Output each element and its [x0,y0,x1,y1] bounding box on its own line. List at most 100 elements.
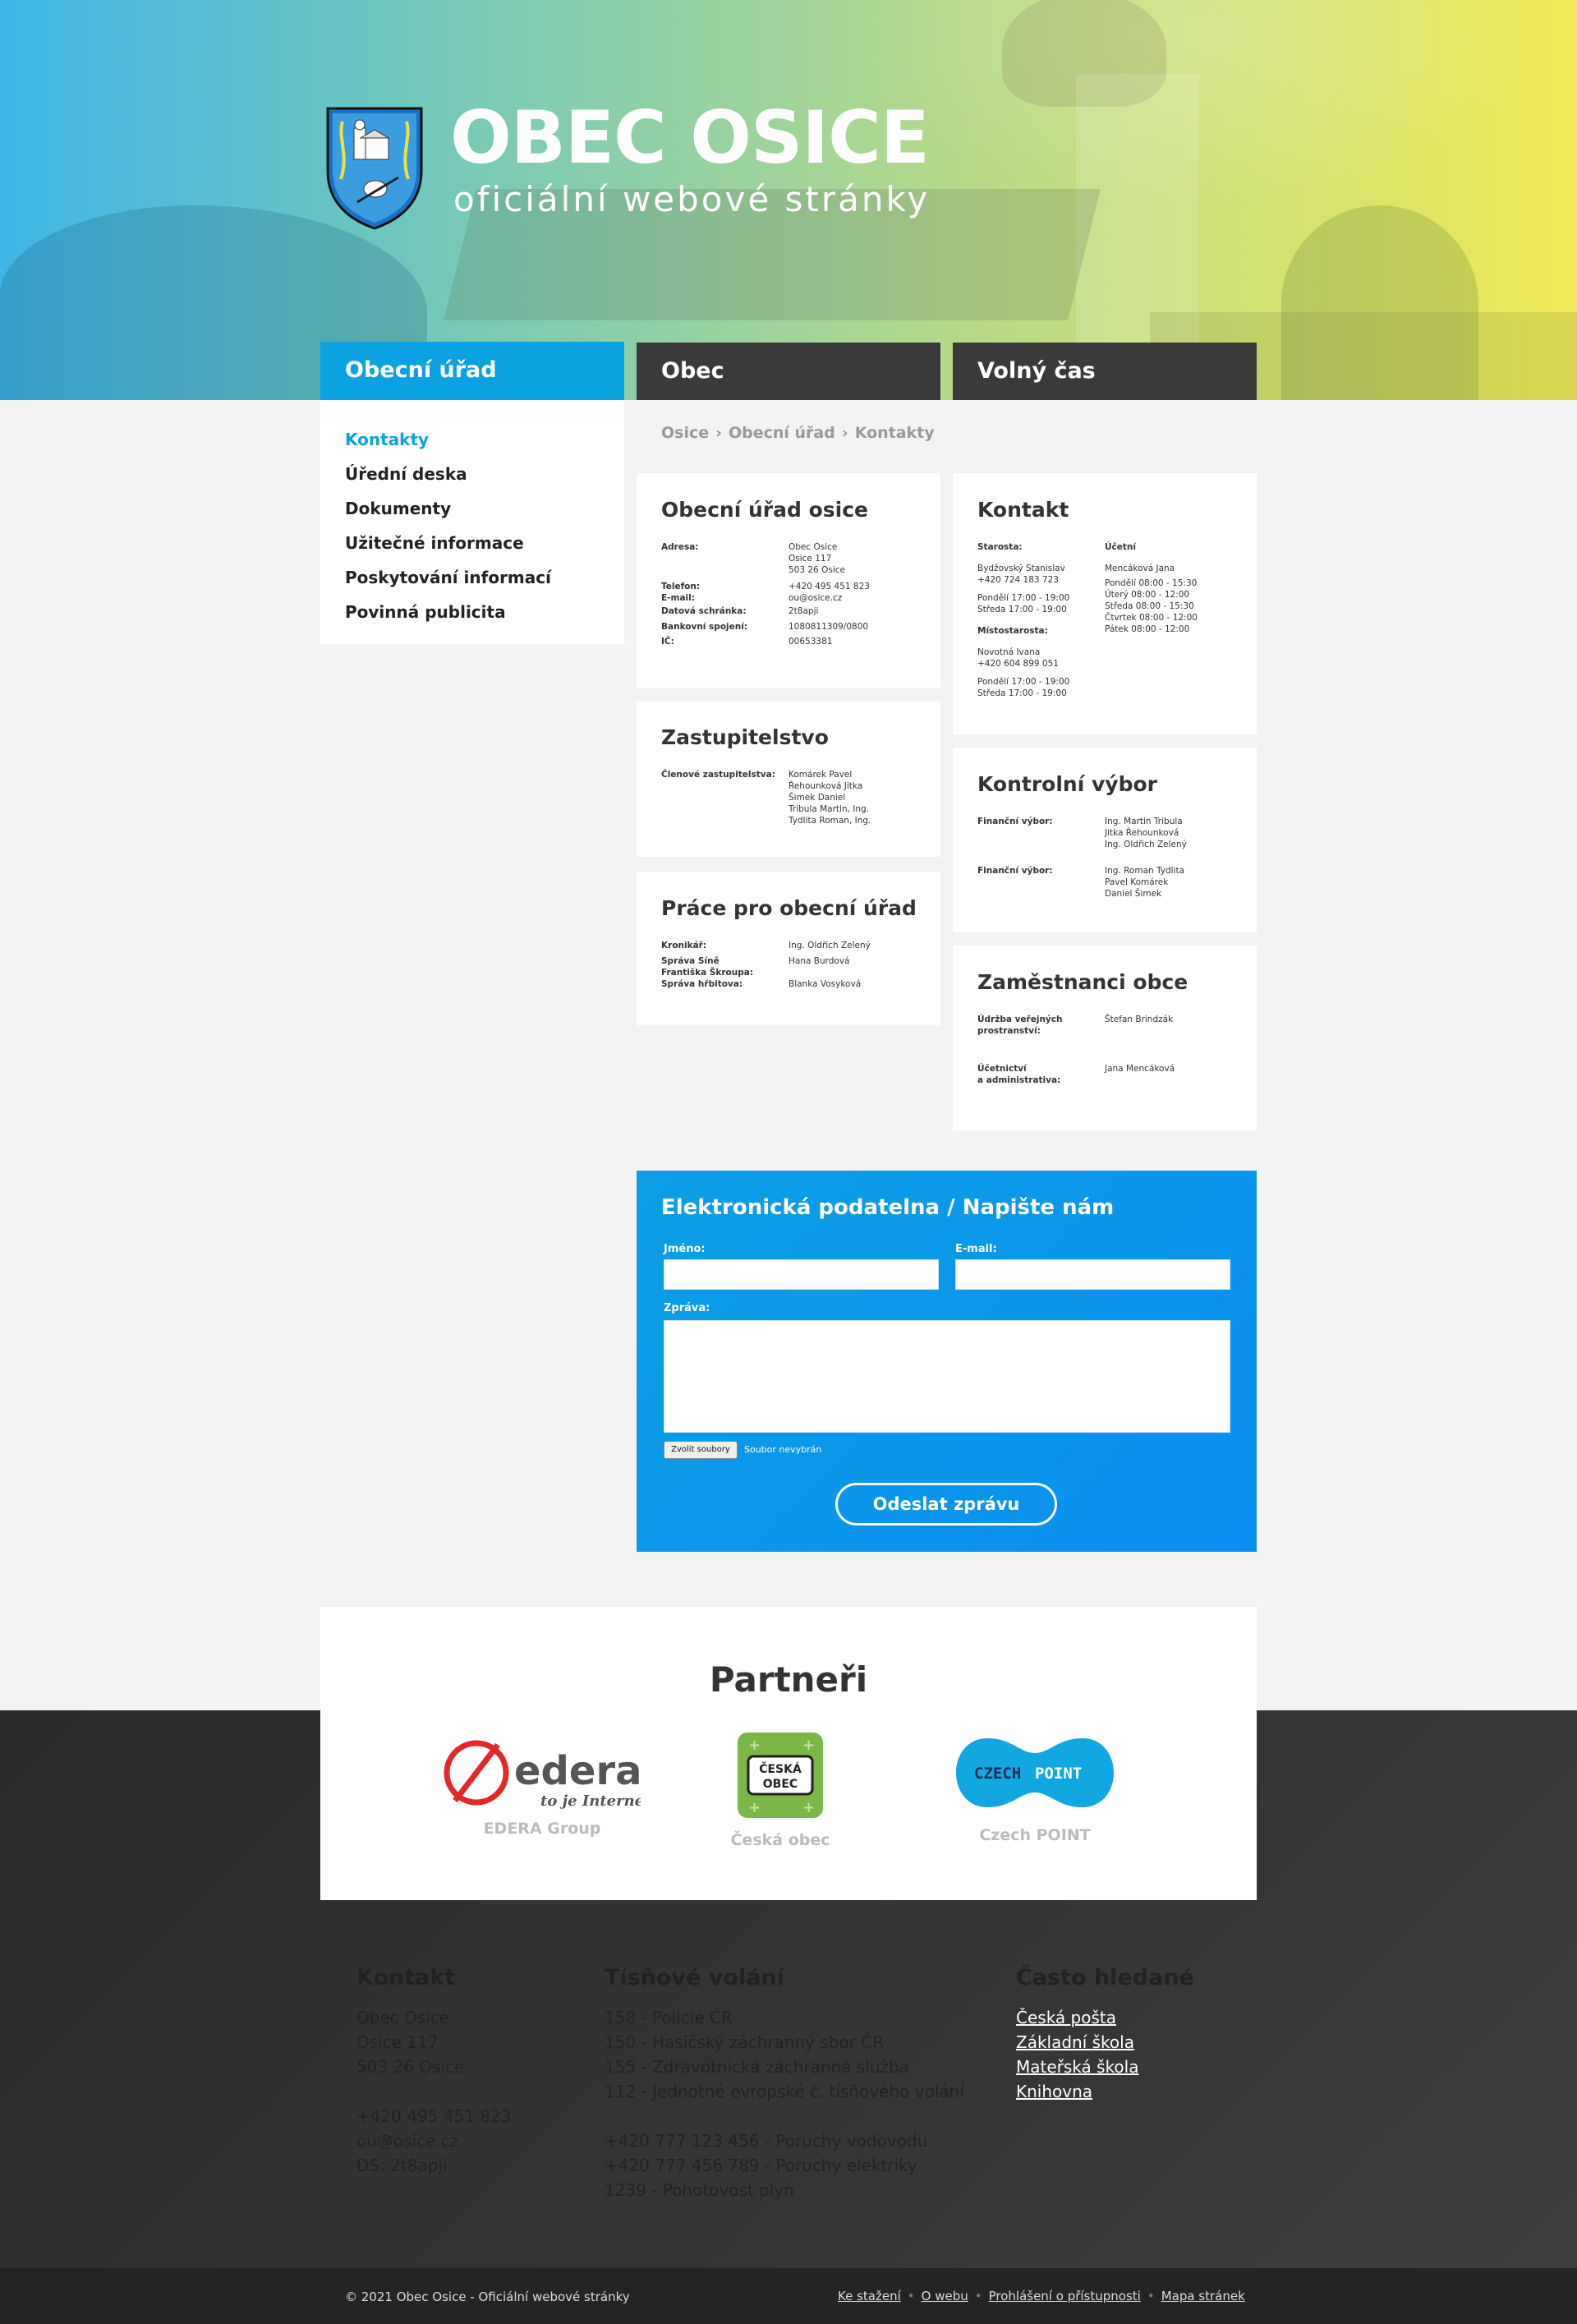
ds-label: Datová schránka: [661,606,747,616]
footer-contact-title: Kontakt [356,1965,456,1990]
starosta-phone: +420 724 183 723 [977,575,1059,585]
submit-button[interactable]: Odeslat zprávu [835,1483,1057,1526]
staff-label: prostranství: [977,1026,1041,1036]
office-hours: Čtvrtek 08:00 - 12:00 [1105,613,1198,623]
breadcrumb-item-kontakty: Kontakty [854,424,935,442]
office-hours: Pondělí 08:00 - 15:30 [1105,578,1198,588]
office-hours: Pátek 08:00 - 12:00 [1105,624,1190,634]
partner-ceska-obec[interactable]: + + + + ČESKÁ OBEC Česká obec [698,1732,862,1849]
mistostarosta-phone: +420 604 899 051 [977,659,1059,669]
work-label: Správa hřbitova: [661,979,743,989]
partner-name: EDERA Group [483,1820,601,1838]
sidebar-item-poskytovani-informaci[interactable]: Poskytování informací [345,563,624,597]
ic-label: IČ: [661,637,674,647]
link-mapa-stranek[interactable]: Mapa stránek [1161,2289,1245,2303]
footer-phone[interactable]: +420 495 451 823 [356,2104,512,2128]
work-label: Správa Síně [661,956,720,966]
partner-edera[interactable]: edera to je Internet EDERA Group [444,1738,651,1838]
emergency-line: 158 - Policie ČR [605,2008,733,2027]
partners-title: Partneři [709,1659,868,1700]
emergency-line: 1239 - Pohotovost plyn [605,2180,794,2200]
partner-name: Česká obec [730,1831,830,1849]
edera-tagline: to je Internet [540,1792,641,1810]
council-title: Zastupitelstvo [661,725,829,749]
staff-title: Zaměstnanci obce [977,970,1188,994]
ucetni-label: Účetní [1105,542,1136,552]
staff-label: Účetnictví [977,1064,1027,1074]
czech-point-logo: CZECH POINT [956,1738,1114,1807]
control-card: Kontrolní výbor Finanční výbor: Ing. Mar… [953,748,1257,932]
coat-of-arms-logo[interactable] [324,105,425,230]
message-textarea[interactable] [664,1320,1230,1433]
emergency-line: 150 - Hasičský záchranný sbor ČR [605,2032,885,2052]
address-label: Adresa: [661,542,699,552]
edera-wordmark: edera [514,1748,641,1794]
contact-form: Elektronická podatelna / Napište nám Jmé… [637,1171,1257,1552]
link-o-webu[interactable]: O webu [922,2289,968,2303]
breadcrumb-item-obecni-urad[interactable]: Obecní úřad [729,424,835,442]
footer-line: Osice 117 [356,2032,439,2052]
email-value[interactable]: ou@osice.cz [788,592,916,604]
sidebar-menu: Kontakty Úřední deska Dokumenty Užitečné… [320,400,624,644]
footer-line: 503 26 Osice [356,2057,465,2077]
office-card: Obecní úřad osice Adresa: Obec Osice Osic… [637,473,940,688]
svg-text:+: + [748,1799,761,1816]
starosta-name: Bydžovský Stanislav [977,564,1065,573]
staff-value: Jana Mencáková [1105,1064,1175,1074]
staff-value: Štefan Brindzák [1105,1015,1174,1024]
link-ceska-posta[interactable]: Česká pošta [1016,2005,1194,2030]
email-input[interactable] [955,1259,1230,1290]
form-title: Elektronická podatelna / Napište nám [661,1195,1115,1220]
bank-value: 1080811309/0800 [788,622,869,632]
link-prohlaseni[interactable]: Prohlášení o přístupnosti [989,2289,1141,2303]
control-label: Finanční výbor: [977,866,1053,876]
staff-label: Údržba veřejných [977,1015,1063,1024]
choose-files-button[interactable]: Zvolit soubory [664,1441,738,1459]
ic-value: 00653381 [788,637,833,647]
office-hours: Úterý 08:00 - 12:00 [1105,590,1190,600]
sidebar-item-uredni-deska[interactable]: Úřední deska [345,459,624,494]
svg-text:+: + [748,1737,761,1754]
office-title: Obecní úřad osice [661,498,868,522]
emergency-line: 155 - Zdravotnická záchranná služba [605,2057,909,2077]
tab-obecni-urad[interactable]: Obecní úřad [320,342,624,400]
council-member: Řehounková Jitka [788,781,863,791]
mistostarosta-name: Novotná Ivana [977,647,1041,657]
sidebar-item-uzitecne-informace[interactable]: Užitečné informace [345,528,624,563]
link-knihovna[interactable]: Knihovna [1016,2079,1194,2104]
czech-point-word2: POINT [1035,1765,1082,1783]
separator-dot: • [907,2289,915,2303]
sidebar-item-dokumenty[interactable]: Dokumenty [345,494,624,528]
sidebar-item-kontakty[interactable]: Kontakty [345,425,624,459]
name-input[interactable] [664,1259,939,1290]
site-title[interactable]: OBEC OSICE [450,97,930,179]
council-member: Šimek Daniel [788,793,846,803]
footer-frequent: Často hledané Česká pošta Základní škola… [1016,1966,1194,2104]
office-hours: Středa 17:00 - 19:00 [977,605,1067,614]
email-label: E-mail: [661,593,695,603]
emergency-line: 112 - Jednotné evropské č. tísňového vol… [605,2082,964,2101]
phone-value[interactable]: +420 495 451 823 [788,581,916,592]
emergency-line: +420 777 123 456 - Poruchy vodovodu [605,2131,928,2151]
footer-emergency-title: Tísňové volání [605,1965,784,1990]
office-hours: Pondělí 17:00 - 19:00 [977,677,1070,687]
link-ke-stazeni[interactable]: Ke stažení [838,2289,901,2303]
name-label: Jméno: [664,1243,706,1255]
link-materska-skola[interactable]: Mateřská škola [1016,2055,1194,2079]
link-zakladni-skola[interactable]: Základní škola [1016,2030,1194,2055]
chevron-right-icon: › [715,424,722,442]
sidebar-item-povinna-publicita[interactable]: Povinná publicita [345,597,624,632]
tab-obec[interactable]: Obec [637,343,940,400]
office-hours: Pondělí 17:00 - 19:00 [977,593,1070,603]
council-member: Tribula Martin, Ing. [788,804,870,814]
tab-volny-cas[interactable]: Volný čas [953,343,1257,400]
copyright: © 2021 Obec Osice - Oficiální webové str… [345,2289,630,2304]
footer-line: Obec Osice [356,2008,450,2027]
address-line: 503 26 Osice [788,565,845,575]
control-member: Ing. Roman Tydlita [1105,866,1185,876]
ucetni-name: Mencáková Jana [1105,564,1175,573]
partner-czech-point[interactable]: CZECH POINT Czech POINT [953,1735,1117,1844]
breadcrumb-item-osice[interactable]: Osice [661,424,709,442]
footer-email[interactable]: ou@osice.cz [356,2128,512,2153]
ds-value: 2t8apji [788,606,819,616]
